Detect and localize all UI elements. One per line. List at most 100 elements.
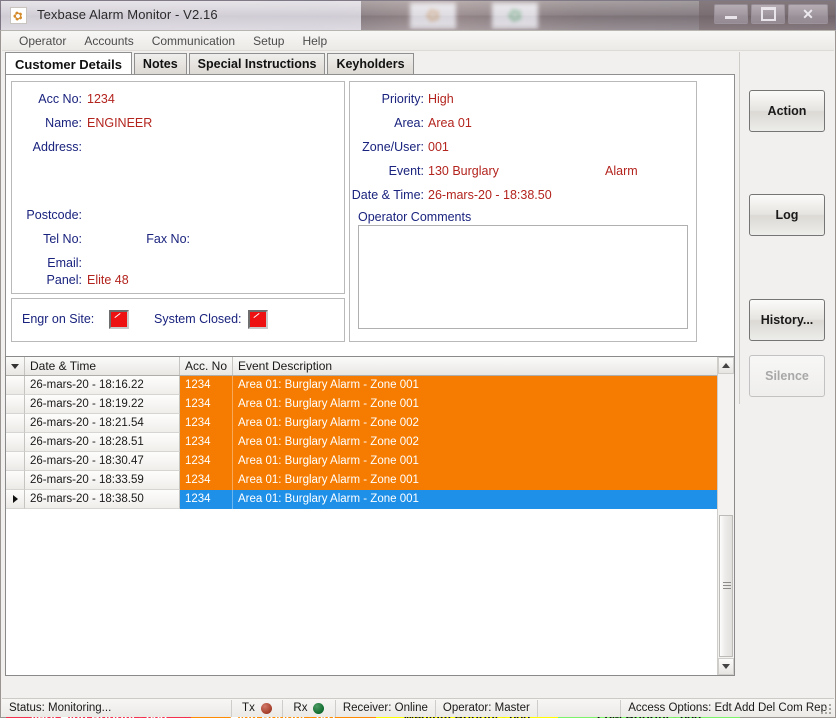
row-selector[interactable] bbox=[6, 433, 25, 452]
row-selector[interactable] bbox=[6, 395, 25, 414]
event-value: 130 Burglary bbox=[428, 164, 499, 178]
cell-event-description: Area 01: Burglary Alarm - Zone 001 bbox=[233, 376, 717, 395]
receiver-status: Receiver: Online bbox=[336, 700, 436, 717]
menu-item-setup[interactable]: Setup bbox=[244, 32, 293, 50]
title-bar[interactable]: ✿ Texbase Alarm Monitor - V2.16 ✕ bbox=[0, 0, 836, 30]
cell-acc-no: 1234 bbox=[180, 471, 233, 490]
status-spacer bbox=[538, 700, 621, 717]
priority-value: High bbox=[428, 92, 454, 106]
minimize-icon bbox=[725, 16, 737, 19]
chevron-down-icon bbox=[722, 664, 730, 669]
fax-no-label: Fax No: bbox=[130, 232, 190, 246]
datetime-value: 26-mars-20 - 18:38.50 bbox=[428, 188, 552, 202]
table-row[interactable]: 26-mars-20 - 18:21.54 1234 Area 01: Burg… bbox=[6, 414, 717, 433]
cell-date-time: 26-mars-20 - 18:38.50 bbox=[25, 490, 180, 509]
operator-comments-input[interactable] bbox=[358, 225, 688, 329]
priority-label: Priority: bbox=[358, 92, 424, 106]
acc-no-label: Acc No: bbox=[22, 92, 82, 106]
cell-acc-no: 1234 bbox=[180, 414, 233, 433]
table-row[interactable]: 26-mars-20 - 18:28.51 1234 Area 01: Burg… bbox=[6, 433, 717, 452]
tab-strip: Customer Details Notes Special Instructi… bbox=[5, 52, 735, 75]
system-closed-indicator[interactable] bbox=[248, 310, 268, 329]
table-row[interactable]: 26-mars-20 - 18:33.59 1234 Area 01: Burg… bbox=[6, 471, 717, 490]
close-button[interactable]: ✕ bbox=[788, 4, 828, 24]
window-body: Operator Accounts Communication Setup He… bbox=[0, 30, 836, 718]
event-grid: Date & Time Acc. No Event Description 26… bbox=[5, 356, 735, 676]
row-selector-current[interactable] bbox=[6, 490, 25, 509]
chevron-up-icon bbox=[722, 363, 730, 368]
operator-comments-label: Operator Comments bbox=[358, 210, 471, 224]
cell-event-description: Area 01: Burglary Alarm - Zone 001 bbox=[233, 490, 717, 509]
operator-status: Operator: Master bbox=[436, 700, 538, 717]
minimize-button[interactable] bbox=[714, 4, 748, 24]
postcode-label: Postcode: bbox=[16, 208, 82, 222]
application-window: ✿ Texbase Alarm Monitor - V2.16 ✕ Operat… bbox=[0, 0, 836, 718]
grid-sort-indicator-cell[interactable] bbox=[6, 357, 25, 375]
row-selector[interactable] bbox=[6, 452, 25, 471]
cell-acc-no: 1234 bbox=[180, 433, 233, 452]
tab-special-instructions[interactable]: Special Instructions bbox=[189, 53, 326, 75]
cell-event-description: Area 01: Burglary Alarm - Zone 001 bbox=[233, 471, 717, 490]
resize-grip-icon[interactable] bbox=[820, 703, 832, 715]
chevron-down-icon bbox=[11, 364, 19, 369]
column-header-event-description[interactable]: Event Description bbox=[233, 357, 734, 375]
window-controls: ✕ bbox=[714, 4, 828, 24]
menu-item-help[interactable]: Help bbox=[293, 32, 336, 50]
maximize-button[interactable] bbox=[751, 4, 785, 24]
feather-glyph-icon: ✿ bbox=[12, 8, 26, 23]
tab-panel-customer-details: Acc No: 1234 Name: ENGINEER Address: Pos… bbox=[5, 74, 735, 378]
access-options: Access Options: Edt Add Del Com Rep bbox=[621, 700, 834, 717]
alarm-details-group: Priority: High Area: Area 01 Zone/User: … bbox=[349, 81, 697, 342]
row-selector[interactable] bbox=[6, 376, 25, 395]
engr-on-site-indicator[interactable] bbox=[109, 310, 129, 329]
grid-vertical-scrollbar[interactable] bbox=[717, 357, 734, 675]
column-header-acc-no[interactable]: Acc. No bbox=[180, 357, 233, 375]
rx-led-icon bbox=[313, 703, 324, 714]
tab-keyholders[interactable]: Keyholders bbox=[327, 53, 413, 75]
column-header-date-time[interactable]: Date & Time bbox=[25, 357, 180, 375]
close-icon: ✕ bbox=[802, 7, 814, 21]
tab-customer-details[interactable]: Customer Details bbox=[5, 52, 132, 75]
table-row[interactable]: 26-mars-20 - 18:16.22 1234 Area 01: Burg… bbox=[6, 376, 717, 395]
window-title: Texbase Alarm Monitor - V2.16 bbox=[37, 7, 218, 22]
acc-no-value: 1234 bbox=[87, 92, 115, 106]
rx-label: Rx bbox=[293, 700, 307, 717]
maximize-icon bbox=[761, 7, 776, 21]
cell-date-time: 26-mars-20 - 18:33.59 bbox=[25, 471, 180, 490]
cell-acc-no: 1234 bbox=[180, 452, 233, 471]
action-button-panel: Action Log History... Silence bbox=[739, 52, 833, 404]
cell-date-time: 26-mars-20 - 18:30.47 bbox=[25, 452, 180, 471]
scroll-up-button[interactable] bbox=[718, 357, 734, 374]
rx-indicator: Rx bbox=[283, 700, 336, 717]
name-label: Name: bbox=[22, 116, 82, 130]
cell-event-description: Area 01: Burglary Alarm - Zone 001 bbox=[233, 452, 717, 471]
tab-notes[interactable]: Notes bbox=[134, 53, 187, 75]
scrollbar-thumb[interactable] bbox=[719, 515, 733, 657]
menu-item-communication[interactable]: Communication bbox=[143, 32, 244, 50]
menu-item-operator[interactable]: Operator bbox=[10, 32, 75, 50]
log-button[interactable]: Log bbox=[749, 194, 825, 236]
table-row[interactable]: 26-mars-20 - 18:30.47 1234 Area 01: Burg… bbox=[6, 452, 717, 471]
cell-acc-no: 1234 bbox=[180, 395, 233, 414]
action-button[interactable]: Action bbox=[749, 90, 825, 132]
cell-event-description: Area 01: Burglary Alarm - Zone 001 bbox=[233, 395, 717, 414]
scroll-down-button[interactable] bbox=[718, 658, 734, 675]
table-row-selected[interactable]: 26-mars-20 - 18:38.50 1234 Area 01: Burg… bbox=[6, 490, 717, 509]
name-value: ENGINEER bbox=[87, 116, 152, 130]
tx-indicator: Tx bbox=[232, 700, 283, 717]
row-selector[interactable] bbox=[6, 471, 25, 490]
cell-event-description: Area 01: Burglary Alarm - Zone 002 bbox=[233, 433, 717, 452]
table-row[interactable]: 26-mars-20 - 18:19.22 1234 Area 01: Burg… bbox=[6, 395, 717, 414]
status-monitoring-text: Status: Monitoring... bbox=[2, 700, 232, 717]
event-grid-header: Date & Time Acc. No Event Description bbox=[6, 357, 734, 376]
event-type-value: Alarm bbox=[605, 164, 638, 178]
system-closed-label: System Closed: bbox=[154, 312, 242, 326]
menu-item-accounts[interactable]: Accounts bbox=[75, 32, 142, 50]
cell-date-time: 26-mars-20 - 18:21.54 bbox=[25, 414, 180, 433]
cell-event-description: Area 01: Burglary Alarm - Zone 002 bbox=[233, 414, 717, 433]
history-button[interactable]: History... bbox=[749, 299, 825, 341]
panel-label: Panel: bbox=[22, 273, 82, 287]
row-selector[interactable] bbox=[6, 414, 25, 433]
address-label: Address: bbox=[22, 140, 82, 154]
cell-acc-no: 1234 bbox=[180, 376, 233, 395]
